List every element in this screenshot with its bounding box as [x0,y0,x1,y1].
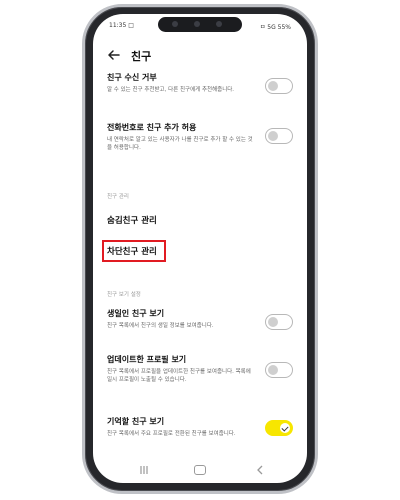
setting-description: 알 수 있는 친구 추천받고, 다른 친구에게 추천해줍니다. [107,87,235,93]
hidden-friends-manage[interactable]: 숨김친구 관리 [107,214,157,226]
toggle-knob [280,423,290,433]
setting-title: 업데이트한 프로필 보기 [107,355,187,364]
send-receive-toggle[interactable] [265,78,293,94]
back-arrow-icon[interactable] [107,48,121,62]
status-time: 11:35 □ [109,22,134,29]
system-nav-bar [93,459,307,483]
setting-description: 친구 목록에서 친구의 생일 정보를 보여줍니다. [107,323,214,329]
toggle-knob [268,131,278,141]
page-title: 친구 [131,50,152,63]
toggle-knob [268,81,278,91]
section-label-friend-manage: 친구 관리 [107,194,129,200]
memorable-toggle[interactable] [265,420,293,436]
camera-icon [172,21,178,27]
camera-icon [216,21,222,27]
updated-profile-toggle[interactable] [265,362,293,378]
toggle-knob [268,365,278,375]
phone-frame: 11:35 □ ㅁ 5G 55% 친구 친구 수신 거부 알 수 있는 친구 추… [82,4,318,494]
highlight-box [102,240,166,262]
back-icon[interactable] [255,465,265,475]
setting-description: 친구 목록에서 프로필을 업데이트한 친구를 보여줍니다. 목록에 일시 프로필… [107,369,251,383]
home-icon[interactable] [194,465,206,475]
section-label-friend-view: 친구 보기 설정 [107,292,141,298]
add-by-phone-toggle[interactable] [265,128,293,144]
birthday-toggle[interactable] [265,314,293,330]
setting-description: 내 연락처로 알고 있는 사용자가 나를 친구로 추가 할 수 있는 것을 허용… [107,137,253,151]
setting-description: 친구 목록에서 주요 프로필로 전환된 친구를 보여줍니다. [107,431,236,437]
camera-notch [158,17,242,32]
recents-icon[interactable] [139,465,149,475]
status-indicators: ㅁ 5G 55% [259,24,291,31]
settings-list: 친구 수신 거부 알 수 있는 친구 추천받고, 다른 친구에게 추천해줍니다.… [93,64,307,459]
sensor-icon [194,21,200,27]
toggle-knob [268,317,278,327]
screen: 11:35 □ ㅁ 5G 55% 친구 친구 수신 거부 알 수 있는 친구 추… [93,14,307,483]
